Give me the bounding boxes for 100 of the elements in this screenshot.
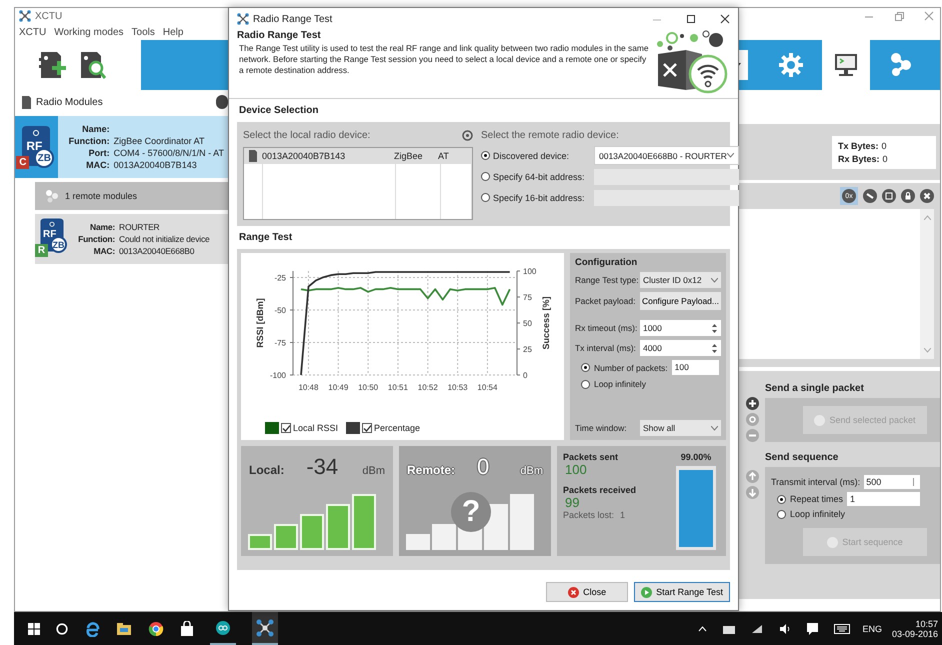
protocol-badge: ZB	[50, 236, 67, 253]
add-module-icon[interactable]	[37, 50, 67, 80]
test-type-dropdown[interactable]: Cluster ID 0x12	[640, 272, 721, 288]
axis-tick-label: 10:49	[328, 383, 348, 392]
dialog-heading: Radio Range Test	[237, 30, 322, 41]
field-label: Packet payload:	[574, 296, 636, 306]
stat-value: 100	[564, 462, 588, 477]
settings-icon[interactable]	[778, 52, 804, 78]
shopping-bag-icon[interactable]	[180, 620, 194, 636]
field-value: ROURTER	[119, 222, 160, 232]
address-field[interactable]	[594, 168, 739, 184]
close-icon[interactable]	[720, 14, 730, 24]
option-label: Specify 64-bit address:	[493, 172, 586, 182]
dialog-button[interactable]: Start Range Test	[634, 582, 730, 602]
close-icon[interactable]	[920, 189, 934, 203]
refresh-icon[interactable]	[462, 130, 473, 141]
signal-unit: dBm	[520, 465, 543, 477]
unknown-badge: ?	[451, 492, 491, 532]
stat-value: 99	[564, 495, 580, 510]
collapse-button[interactable]	[216, 95, 228, 109]
legend-label: Percentage	[374, 423, 420, 433]
clear-icon[interactable]	[863, 189, 877, 203]
option-label: Number of packets:	[594, 362, 668, 372]
module-card[interactable]: RF C ZB Name: Function: ZigBee Coordinator AT Port: COM4 - 57600/8/N/1/N - AT MAC: 0013A20040B7B143	[15, 116, 228, 178]
search-icon[interactable]	[56, 622, 68, 634]
field-label: Select the local radio device:	[243, 130, 370, 141]
radio-button[interactable]	[481, 193, 490, 202]
menu-item[interactable]: Help	[162, 26, 184, 38]
checkbox[interactable]	[281, 423, 291, 433]
field-label: Function:	[68, 136, 110, 146]
time-window-dropdown[interactable]: Show all	[640, 420, 721, 436]
axis-tick-label: 100	[523, 267, 536, 276]
counter-value: 0	[882, 140, 887, 150]
address-field[interactable]	[594, 190, 739, 206]
caret-up-icon[interactable]	[698, 626, 708, 632]
spinner-field[interactable]: 1000	[640, 320, 721, 336]
checkbox[interactable]	[362, 423, 372, 433]
menu-item[interactable]: Tools	[132, 26, 155, 38]
colorful-circle-icon[interactable]	[148, 620, 164, 636]
spinner-field[interactable]: 4000	[640, 340, 721, 356]
language-indicator[interactable]: ENG	[862, 624, 882, 634]
keyboard-icon[interactable]	[834, 624, 850, 634]
field-label: Name:	[81, 124, 110, 134]
field-value: ZigBee Coordinator AT	[114, 136, 205, 146]
axis-title: RSSI [dBm]	[255, 298, 265, 348]
field-value: 0013A20040E668B0	[119, 246, 194, 256]
save-icon[interactable]	[882, 189, 896, 203]
spinner-arrows-icon	[711, 322, 718, 334]
axis-tick-label: 75	[523, 293, 532, 302]
add-icon[interactable]	[746, 397, 758, 410]
infinity-icon[interactable]	[214, 620, 232, 634]
panel-title: Radio Modules	[36, 96, 103, 108]
remote-modules-icon	[45, 189, 59, 203]
panel-title: Configuration	[574, 257, 638, 268]
speaker-icon[interactable]	[779, 624, 792, 634]
clock-time[interactable]: 10:57	[915, 618, 938, 628]
axis-title: Success [%]	[541, 296, 551, 350]
play-icon	[641, 586, 652, 598]
signal-unit: dBm	[362, 465, 385, 477]
lock-icon[interactable]	[901, 189, 915, 203]
browser-icon[interactable]	[84, 620, 100, 636]
dialog-button[interactable]: Close	[546, 582, 628, 602]
field-label: Time window:	[574, 423, 628, 433]
configure-payload-button[interactable]: Configure Payload...	[640, 292, 721, 310]
radio-button[interactable]	[580, 363, 590, 372]
network-app-icon[interactable]	[256, 618, 274, 636]
network-icon[interactable]	[890, 52, 912, 78]
table-cell-text: AT	[438, 151, 450, 161]
axis-tick-label: -50	[274, 306, 286, 315]
radio-button[interactable]	[481, 172, 490, 181]
axis-tick-label: 10:50	[358, 383, 378, 392]
field-label: Range Test type:	[574, 275, 637, 285]
axis-tick-label: -75	[274, 338, 286, 348]
axis-tick-label: -25	[274, 274, 286, 282]
packet-count-field[interactable]: 100	[672, 360, 719, 375]
clock-date[interactable]: 03-09-2016	[892, 628, 938, 638]
menu-item[interactable]: Working modes	[54, 26, 124, 38]
axis-tick-label: 10:52	[418, 383, 438, 392]
module-card[interactable]: RF R ZB Name: ROURTER Function: Could not initialize device MAC: 0013A20040E668B0	[35, 214, 228, 264]
counter-value: 0	[882, 154, 888, 164]
signal-value: 0	[477, 454, 490, 480]
caret-icon	[711, 278, 718, 282]
field-label: Port:	[88, 148, 110, 158]
restore-icon[interactable]	[894, 11, 904, 21]
device-row[interactable]: 0013A20040B7B143 ZigBee AT	[244, 148, 472, 164]
field-label: MAC:	[85, 160, 110, 170]
spinner-arrows-icon	[711, 342, 718, 354]
caret-icon	[726, 153, 734, 158]
option-label: Loop infinitely	[790, 509, 846, 519]
device-dropdown[interactable]: 0013A20040E668B0 - ROURTER	[594, 146, 739, 165]
field-label: Rx timeout (ms):	[574, 323, 637, 333]
menu-item[interactable]: XCTU	[19, 26, 46, 38]
message-icon[interactable]	[807, 622, 818, 634]
maximize-icon[interactable]	[686, 14, 696, 24]
section-title: Device Selection	[238, 104, 320, 118]
windows-icon[interactable]	[28, 622, 40, 634]
remote-modules-bar[interactable]: 1 remote modules	[35, 182, 228, 210]
radio-button[interactable]	[481, 151, 490, 160]
field-label: MAC:	[92, 246, 115, 256]
radio-button[interactable]	[580, 380, 590, 388]
